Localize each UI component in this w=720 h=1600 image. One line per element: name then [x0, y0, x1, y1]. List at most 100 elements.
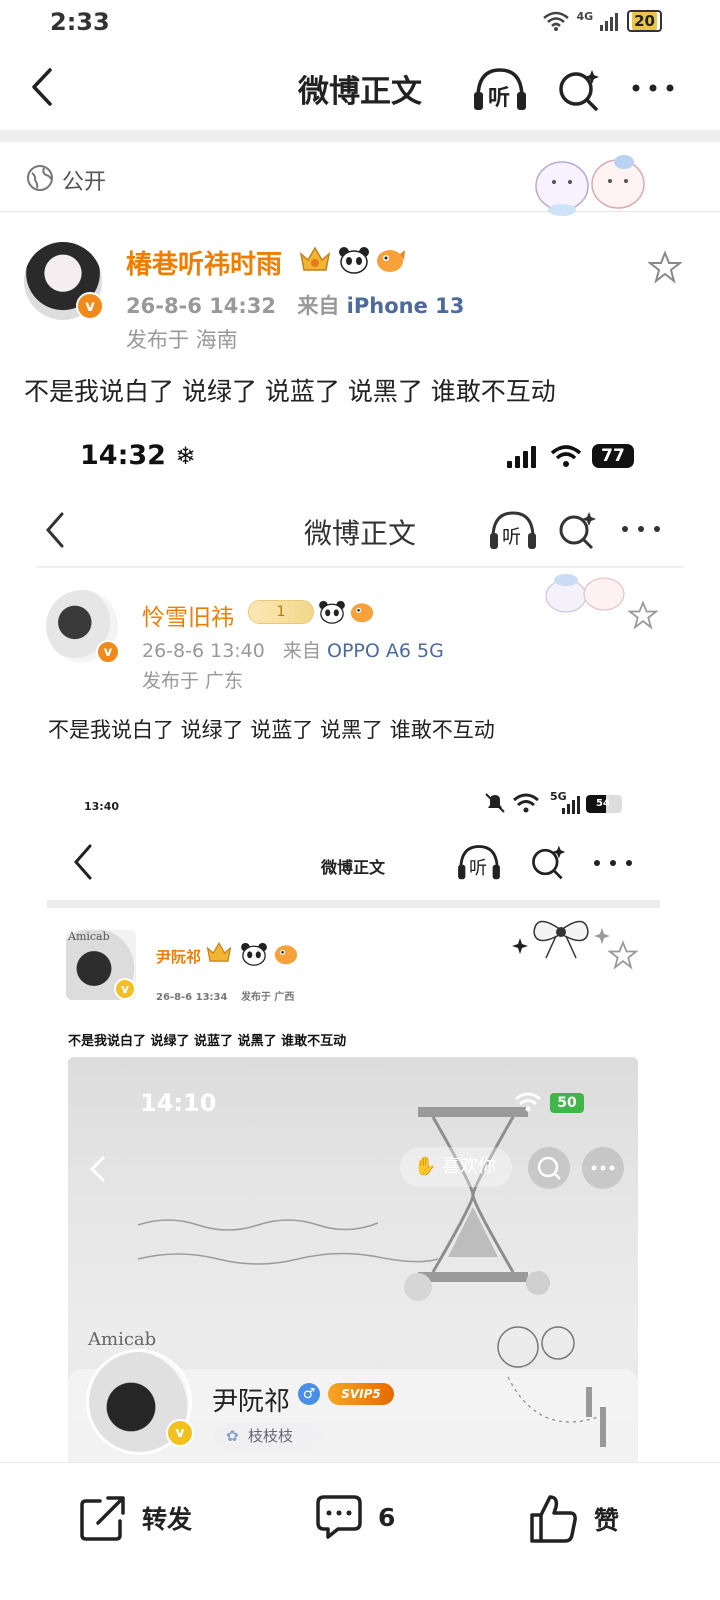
listen-label: 听	[488, 86, 511, 111]
panda-icon	[339, 247, 369, 274]
embedded1-listen-label: 听	[502, 526, 522, 548]
verified-badge: v	[76, 292, 104, 320]
embedded3-search-button	[528, 1147, 570, 1189]
search-icon[interactable]	[556, 64, 602, 114]
bear-sticker-icon	[535, 155, 645, 216]
embedded3-heart-hand-icon: ✋	[414, 1156, 437, 1177]
system-icons: 4G 20	[542, 10, 662, 32]
weibo-post-screen: 2:33 4G 20 微博正文 听 公开 v 椿巷听祎时雨 26-8-6 14:…	[0, 0, 720, 1600]
embedded3-search-icon	[537, 1156, 561, 1180]
embedded1-timestamp: 26-8-6 13:40	[142, 640, 265, 662]
embedded1-source: OPPO A6 5G	[326, 640, 444, 662]
post-source[interactable]: iPhone 13	[347, 294, 465, 318]
embedded3-chip: ✿ 枝枝枝	[214, 1423, 324, 1449]
embedded1-badge-level: 1	[276, 604, 286, 620]
embedded3-profile-name: 尹阮祁	[212, 1387, 291, 1417]
embedded2-battery: 54	[586, 795, 622, 813]
post-text: 不是我说白了 说绿了 说蓝了 说黑了 谁敢不互动	[24, 377, 556, 406]
flower-decoration	[497, 1326, 606, 1447]
embedded2-meta: 26-8-6 13:34 发布于 广西	[156, 988, 294, 1003]
embedded2-wifi-icon	[513, 793, 539, 813]
embedded1-battery: 77	[592, 444, 634, 468]
embedded2-listen-label: 听	[469, 858, 487, 879]
embedded2-signal-icon	[562, 796, 580, 814]
embedded2-listen: 听	[456, 842, 502, 882]
embedded2-timestamp: 26-8-6 13:34	[156, 992, 228, 1003]
embedded1-title: 微博正文	[303, 517, 416, 550]
post-location: 发布于 海南	[126, 328, 238, 352]
embedded2-panda-icon	[241, 942, 267, 966]
embedded2-avatar-text: Amicab	[68, 930, 110, 943]
repost-label: 转发	[142, 1505, 193, 1534]
repost-icon	[80, 1496, 125, 1541]
source-prefix: 来自	[297, 294, 340, 318]
listen-button[interactable]: 听	[472, 64, 528, 114]
bottom-toolbar: 转发 6 赞	[0, 1462, 720, 1600]
embedded1-level-badge: 1	[248, 600, 314, 624]
signal-icon	[600, 13, 619, 31]
embedded2-crown-icon	[206, 942, 232, 962]
embedded3-like-label: 喜欢你	[442, 1156, 496, 1177]
embedded3-avatar-text: Amicab	[88, 1329, 157, 1350]
embedded3-clover-icon: ✿	[226, 1427, 239, 1445]
embedded3-back-icon	[89, 1155, 106, 1183]
embedded1-text: 不是我说白了 说绿了 说蓝了 说黑了 谁敢不互动	[48, 718, 495, 742]
favorite-star-icon[interactable]	[648, 250, 682, 284]
like-label: 赞	[594, 1506, 620, 1535]
repost-button[interactable]: 转发	[78, 1493, 192, 1543]
visibility-row: 公开	[0, 142, 720, 216]
comment-count: 6	[378, 1502, 396, 1532]
post-meta: 26-8-6 14:32 来自 iPhone 13	[126, 290, 464, 320]
network-type: 4G	[576, 9, 594, 23]
embedded2-more-icon	[594, 860, 632, 866]
embedded1-battery-level: 77	[601, 446, 625, 466]
status-time: 2:33	[50, 8, 110, 36]
embedded1-fish-icon	[350, 603, 374, 623]
embedded1-more-icon	[622, 526, 660, 532]
post-timestamp: 26-8-6 14:32	[126, 294, 277, 318]
embedded2-text: 不是我说白了 说绿了 说蓝了 说黑了 谁敢不互动	[68, 1034, 347, 1049]
embedded3-vip-badge: SVIP5	[328, 1383, 394, 1405]
embedded1-signal-icon	[507, 446, 536, 468]
embedded1-source-prefix: 来自	[282, 640, 321, 662]
status-bar: 2:33 4G 20	[0, 0, 720, 44]
embedded2-username: 尹阮祁	[156, 948, 202, 966]
comment-button[interactable]: 6	[314, 1493, 395, 1541]
embedded3-battery: 50	[550, 1093, 584, 1113]
bow-sticker-icon	[512, 920, 610, 959]
embedded1-location: 发布于 广东	[142, 670, 244, 692]
embedded2-fish-icon	[274, 945, 298, 965]
embedded3-battery-level: 50	[557, 1095, 577, 1111]
embedded2-search-icon	[532, 845, 566, 880]
embedded2-back-icon	[74, 844, 92, 880]
top-nav-bar: 微博正文 听	[0, 50, 720, 126]
embedded2-divider	[47, 900, 660, 908]
page-title: 微博正文	[298, 74, 422, 110]
snowflake-icon: ❄	[175, 442, 196, 470]
like-button[interactable]: 赞	[528, 1493, 619, 1545]
embedded2-battery-level: 54	[596, 798, 610, 809]
embedded1-star-icon	[628, 600, 658, 630]
more-icon[interactable]	[630, 70, 676, 106]
embedded3-more-icon	[591, 1165, 615, 1171]
embedded1-sticker-icon	[545, 574, 625, 613]
battery-icon: 20	[627, 10, 662, 32]
embedded3-chip-text: 枝枝枝	[248, 1427, 294, 1445]
battery-level: 20	[632, 12, 657, 30]
script-text-decoration	[137, 1219, 439, 1265]
embedded1-time-text: 14:32	[80, 440, 166, 471]
embedded1-meta: 26-8-6 13:40 来自 OPPO A6 5G	[142, 636, 444, 663]
embedded2-location: 发布于 广西	[240, 992, 295, 1003]
embedded2-verified-badge: v	[114, 978, 136, 1000]
fish-icon	[377, 250, 405, 272]
embedded1-search-icon	[559, 512, 596, 550]
globe-icon	[27, 165, 53, 191]
embedded1-verified-badge: v	[96, 640, 120, 664]
embedded1-status-time: 14:32 ❄	[80, 440, 195, 471]
embedded3-more-button	[582, 1147, 624, 1189]
username[interactable]: 椿巷听祎时雨	[126, 244, 282, 281]
visibility-label: 公开	[62, 170, 107, 195]
embedded1-wifi-icon	[550, 445, 582, 467]
embedded3-status-time: 14:10	[140, 1089, 217, 1117]
crown-badge-icon	[299, 246, 331, 271]
